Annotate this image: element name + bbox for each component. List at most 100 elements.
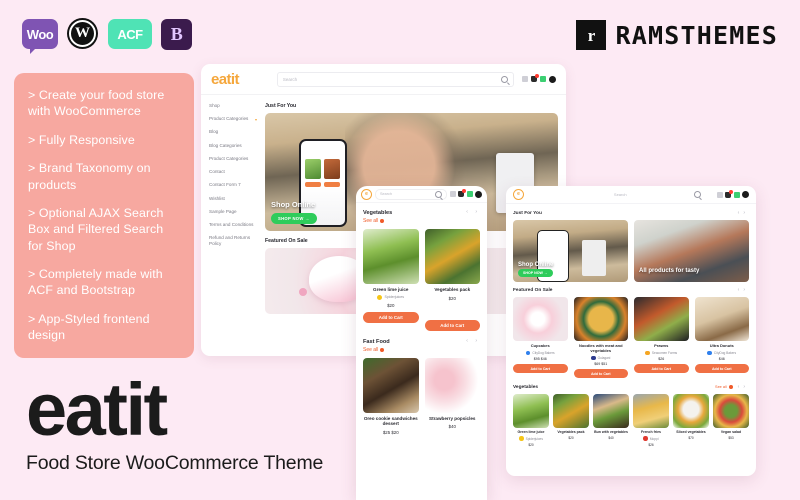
product-price: $20 [568,436,574,441]
shop-now-button[interactable]: SHOP NOW → [271,213,317,224]
product-image [634,297,689,341]
vendor-mark-icon: r [576,20,607,50]
hero-banner-all-products[interactable]: All products for tasty [634,220,749,282]
product-card[interactable]: Green lime juice Spiderjuices $20 [513,394,549,447]
search-icon[interactable] [434,190,442,198]
section-title: Vegetables [363,210,393,216]
sidebar-item-label: Sample Page [209,208,237,214]
menu-icon[interactable] [540,76,546,82]
woo-tail-icon [30,48,36,54]
see-all-link[interactable]: See all [363,218,480,224]
avatar-icon[interactable] [742,191,749,198]
product-card[interactable]: Vegetables pack $20 [553,394,589,447]
avatar-icon[interactable] [549,75,556,83]
product-brand: Moppi [633,436,669,441]
sidebar-item-contact[interactable]: Contact [209,169,257,175]
product-price: $53 [728,436,734,441]
product-card[interactable]: Green lime juice Spiderjuices $20 Add to… [363,229,419,331]
product-price: $40 [448,424,456,430]
sidebar-item-terms[interactable]: Terms and Conditions [209,222,257,228]
tablet-mockup: e Search Just For You ‹› Shop Online SHO… [506,186,756,476]
carousel-arrows[interactable]: ‹ › [466,338,480,344]
sidebar-item-sample-page[interactable]: Sample Page [209,209,257,215]
search-input[interactable]: Search [530,191,711,198]
product-name: Noodles with meat and vegetables [578,343,623,353]
sidebar-item-shop[interactable]: Shop [209,103,257,109]
feature-list: > Create your food store with WooCommerc… [14,73,194,358]
menu-icon[interactable] [466,191,473,197]
section-title-vegetables: Vegetables [513,384,539,390]
product-brand: Gulagani [574,355,629,361]
see-all-link[interactable]: See all [363,347,480,353]
phone-header: e Search [356,186,487,203]
see-all-label: See all [363,346,379,353]
carousel-arrows[interactable]: ‹ › [466,209,480,215]
brand-block: eatit Food Store WooCommerce Theme [26,373,323,475]
hero-caption: Shop Online [271,200,316,209]
add-to-cart-button[interactable]: Add to Cart [363,311,419,323]
product-name: Sliced vegetables [676,430,706,435]
brand-label: Moppi [649,436,659,441]
product-image [513,297,568,341]
add-to-cart-button[interactable]: Add to Cart [694,364,749,374]
sidebar-item-label: Product Categories [209,155,249,161]
product-brand: CityDog Bakers [513,350,568,356]
sidebar-item-wishlist[interactable]: Wishlist [209,196,257,202]
arrow-circle-icon [380,347,385,352]
brand-label: CityDog Bakers [532,351,555,356]
sidebar-item-refund-policy[interactable]: Refund and Returns Policy [209,235,257,246]
card-icon[interactable] [716,191,723,198]
hero-caption: All products for tasty [639,268,700,274]
product-image [713,394,749,429]
search-input[interactable]: Search [276,71,514,87]
carousel-arrows[interactable]: ‹› [738,287,749,293]
add-to-cart-button[interactable]: Add to Cart [424,319,480,331]
carousel-arrows[interactable]: ‹› [738,384,749,390]
sidebar-item-product-categories[interactable]: Product Categories ▾ [209,116,257,122]
bootstrap-logo: B [161,18,192,50]
sidebar-item-contact-form-7[interactable]: Contact Form 7 [209,182,257,188]
product-card[interactable]: Oreo cookie sandwiches dessert $25 $20 [363,357,419,435]
product-brand: CityDog Bakers [695,350,750,356]
product-card[interactable]: Cupcakes CityDog Bakers $95 $46 Add to C… [513,297,568,378]
card-icon[interactable] [522,76,528,82]
sidebar-item-blog[interactable]: Blog [209,129,257,135]
hero-banner-shop-online[interactable]: Shop Online SHOP NOW → [513,220,628,282]
product-price: $20 [387,302,395,308]
product-image [424,357,480,413]
carousel-arrows[interactable]: ‹› [738,210,749,216]
cart-icon[interactable] [725,189,733,198]
product-card[interactable]: Sliced vegetables $70 [673,394,709,447]
add-to-cart-button[interactable]: Add to Cart [573,369,628,379]
sidebar-item-blog-categories[interactable]: Blog Categories [209,143,257,149]
browser-header: eatit Search [201,64,566,95]
search-icon[interactable] [501,75,508,83]
card-icon[interactable] [449,191,456,197]
menu-icon[interactable] [733,191,740,198]
header-icons [522,74,556,83]
product-card[interactable]: Noodles with meat and vegetables Gulagan… [573,297,629,379]
add-to-cart-button[interactable]: Add to Cart [634,364,689,374]
app-logo-icon: e [513,189,524,200]
feature-item: > Completely made with ACF and Bootstrap [28,267,163,298]
shop-now-button[interactable]: SHOP NOW → [518,269,553,277]
cart-icon[interactable] [458,189,466,197]
product-card[interactable]: Strawberry popsicles $40 [424,357,480,435]
avatar-icon[interactable] [475,190,482,198]
product-card[interactable]: Vegetables pack $20 Add to Cart [424,229,480,331]
vendor-logo: r RAMSTHEMES [576,20,778,50]
sidebar-item-product-categories-2[interactable]: Product Categories [209,156,257,162]
product-card[interactable]: French fries Moppi $26 [633,394,669,447]
cart-icon[interactable] [531,74,539,82]
product-image [553,394,589,429]
search-icon[interactable] [693,191,701,198]
product-card[interactable]: Ultra Donuts CityDog Bakers $46 Add to C… [694,297,750,378]
see-all-link[interactable]: See all [715,385,733,390]
product-card[interactable]: Vegan salad $53 [713,394,749,447]
sidebar-item-label: Terms and Conditions [209,222,254,228]
add-to-cart-button[interactable]: Add to Cart [513,364,568,374]
product-card[interactable]: Prawns Seacomen Farms $26 Add to Cart [634,297,689,378]
product-image [673,394,709,429]
search-input[interactable]: Search [375,188,447,200]
product-card[interactable]: Bun with vegetables $40 [593,394,629,447]
